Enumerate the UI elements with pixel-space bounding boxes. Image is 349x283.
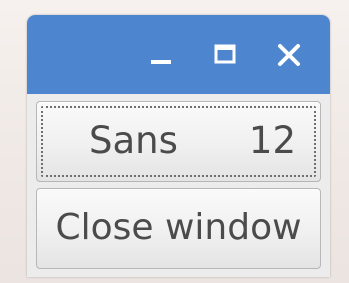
- font-chooser-button[interactable]: Sans 12: [36, 101, 321, 182]
- minimize-icon: [151, 60, 171, 64]
- font-name-label: Sans: [89, 119, 178, 162]
- close-icon: [278, 44, 300, 66]
- title-bar[interactable]: [27, 15, 330, 94]
- font-size-label: 12: [248, 119, 296, 162]
- close-window-button[interactable]: Close window: [36, 188, 321, 269]
- maximize-icon: [214, 44, 236, 64]
- close-window-label: Close window: [55, 207, 302, 248]
- close-window-control[interactable]: [275, 41, 303, 69]
- window-content: Sans 12 Close window: [27, 94, 330, 277]
- minimize-button[interactable]: [147, 41, 175, 69]
- app-window: Sans 12 Close window: [27, 15, 330, 277]
- maximize-button[interactable]: [211, 41, 239, 69]
